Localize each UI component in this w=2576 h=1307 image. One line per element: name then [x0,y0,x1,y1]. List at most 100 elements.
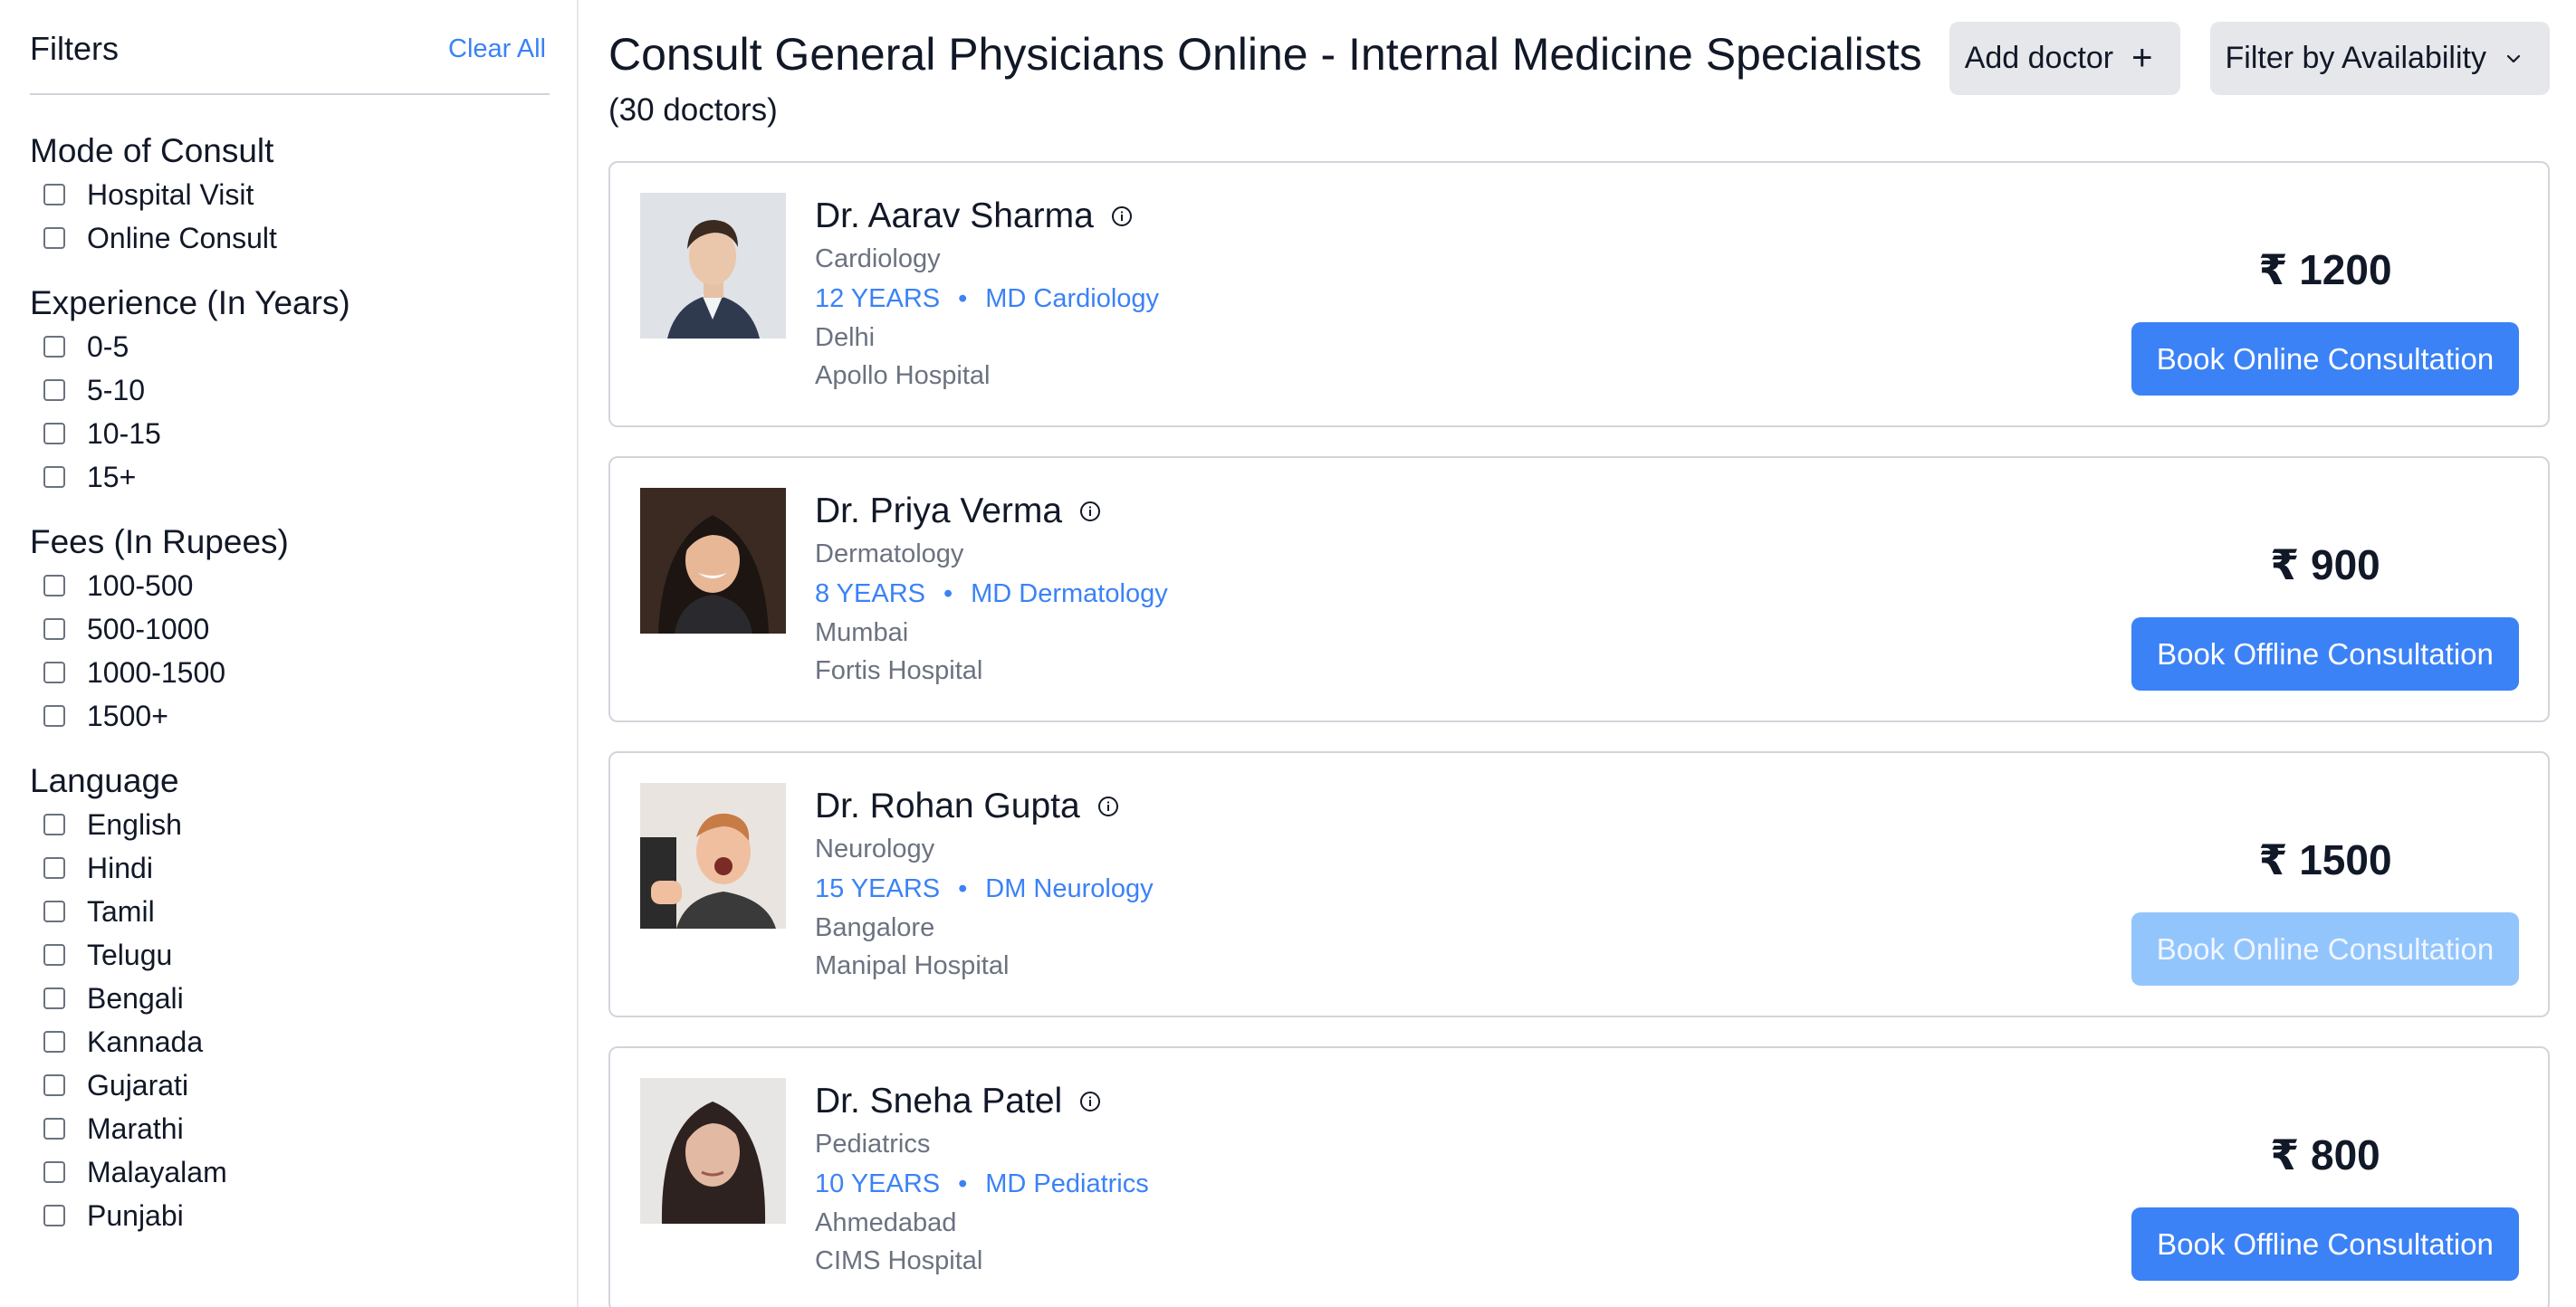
filter-option-bengali[interactable]: Bengali [30,977,548,1020]
checkbox[interactable] [43,1118,65,1140]
doctor-info: Dr. Rohan Gupta Neurology 15 YEARS • DM … [815,784,1154,1016]
add-doctor-button[interactable]: Add doctor + [1949,22,2180,95]
doctor-hospital: Fortis Hospital [815,656,983,685]
checkbox[interactable] [43,705,65,727]
doctor-name-row: Dr. Aarav Sharma [815,194,1159,239]
filter-option-marathi[interactable]: Marathi [30,1107,548,1150]
doctor-specialty: Cardiology [815,244,941,273]
doctor-info: Dr. Priya Verma Dermatology 8 YEARS • MD… [815,489,1168,720]
doctor-name[interactable]: Dr. Aarav Sharma [815,196,1094,236]
filter-option-fee-500-1000[interactable]: 500-1000 [30,607,548,651]
filter-option-exp-10-15[interactable]: 10-15 [30,412,548,455]
checkbox[interactable] [43,336,65,358]
book-consultation-button[interactable]: Book Online Consultation [2131,322,2519,396]
filter-group-title: Fees (In Rupees) [30,523,289,560]
price-column: ₹ 900 Book Offline Consultation [2131,538,2519,691]
doctor-specialty: Pediatrics [815,1130,931,1159]
checkbox[interactable] [43,1161,65,1183]
filter-group-title: Language [30,762,179,799]
doctor-name[interactable]: Dr. Rohan Gupta [815,787,1080,826]
checkbox[interactable] [43,1031,65,1053]
doctor-card-list: Dr. Aarav Sharma Cardiology 12 YEARS • M… [608,161,2576,1307]
checkbox[interactable] [43,466,65,488]
doctor-degree: MD Pediatrics [985,1169,1149,1198]
doctor-listing: Consult General Physicians Online - Inte… [579,0,2576,1307]
checkbox[interactable] [43,618,65,640]
checkbox[interactable] [43,901,65,922]
doctor-meta: 8 YEARS • MD Dermatology [815,574,1168,614]
filter-option-english[interactable]: English [30,803,548,846]
filter-group-title: Experience (In Years) [30,284,350,321]
title-block: Consult General Physicians Online - Inte… [608,25,1922,129]
filter-option-label: English [87,807,182,841]
filter-option-gujarati[interactable]: Gujarati [30,1064,548,1107]
filter-option-hospital-visit[interactable]: Hospital Visit [30,173,548,216]
filter-option-label: 500-1000 [87,612,210,645]
book-consultation-button[interactable]: Book Offline Consultation [2131,1207,2519,1281]
doctor-hospital: CIMS Hospital [815,1246,983,1275]
doctor-degree: MD Cardiology [985,284,1160,313]
filter-option-exp-5-10[interactable]: 5-10 [30,368,548,412]
plus-icon: + [2131,38,2153,78]
filter-option-punjabi[interactable]: Punjabi [30,1194,548,1237]
consultation-fee: ₹ 900 [2270,541,2380,588]
doctor-degree: MD Dermatology [971,579,1168,608]
filters-title: Filters [30,30,119,67]
filters-header: Filters Clear All [30,25,548,72]
filter-option-fee-1000-1500[interactable]: 1000-1500 [30,651,548,694]
filter-option-telugu[interactable]: Telugu [30,933,548,977]
doctor-avatar [640,783,786,929]
book-consultation-button[interactable]: Book Offline Consultation [2131,617,2519,691]
doctor-name[interactable]: Dr. Priya Verma [815,491,1062,531]
info-icon[interactable] [1096,795,1120,818]
checkbox[interactable] [43,857,65,879]
checkbox[interactable] [43,184,65,205]
filter-option-exp-0-5[interactable]: 0-5 [30,325,548,368]
filter-option-label: 0-5 [87,329,129,363]
info-icon[interactable] [1110,205,1134,228]
checkbox[interactable] [43,662,65,683]
filter-option-malayalam[interactable]: Malayalam [30,1150,548,1194]
doctor-avatar [640,1078,786,1224]
doctor-name-row: Dr. Priya Verma [815,489,1168,534]
add-doctor-label: Add doctor [1964,41,2114,75]
checkbox[interactable] [43,987,65,1009]
doctor-specialty: Neurology [815,835,935,863]
filter-option-label: 100-500 [87,568,194,602]
info-icon[interactable] [1078,1090,1102,1113]
filter-option-fee-1500-plus[interactable]: 1500+ [30,694,548,738]
separator-dot: • [958,284,968,313]
filter-option-online-consult[interactable]: Online Consult [30,216,548,260]
clear-all-link[interactable]: Clear All [448,34,546,64]
filter-option-label: Online Consult [87,221,277,254]
filter-option-label: 1500+ [87,699,168,732]
book-consultation-button[interactable]: Book Online Consultation [2131,912,2519,986]
checkbox[interactable] [43,1074,65,1096]
doctor-avatar [640,488,786,634]
filter-option-kannada[interactable]: Kannada [30,1020,548,1064]
filter-option-hindi[interactable]: Hindi [30,846,548,890]
info-icon[interactable] [1078,500,1102,523]
filter-option-exp-15-plus[interactable]: 15+ [30,455,548,499]
filter-option-fee-100-500[interactable]: 100-500 [30,564,548,607]
checkbox[interactable] [43,379,65,401]
checkbox[interactable] [43,227,65,249]
checkbox[interactable] [43,423,65,444]
checkbox[interactable] [43,575,65,596]
page: Filters Clear All Mode of Consult Hospit… [0,0,2576,1307]
filter-option-label: Kannada [87,1025,204,1058]
filter-option-tamil[interactable]: Tamil [30,890,548,933]
filter-option-label: Gujarati [87,1068,189,1102]
filter-option-label: Punjabi [87,1198,184,1232]
filter-option-label: Bengali [87,981,184,1015]
checkbox[interactable] [43,1205,65,1226]
filters-sidebar: Filters Clear All Mode of Consult Hospit… [0,0,579,1307]
checkbox[interactable] [43,814,65,835]
doctor-name-row: Dr. Sneha Patel [815,1079,1149,1124]
doctor-name[interactable]: Dr. Sneha Patel [815,1082,1062,1121]
checkbox[interactable] [43,944,65,966]
filter-availability-dropdown[interactable]: Filter by Availability [2209,22,2550,95]
filter-group-title: Mode of Consult [30,132,274,169]
doctor-card: Dr. Sneha Patel Pediatrics 10 YEARS • MD… [608,1046,2550,1307]
filters-divider [30,93,550,95]
